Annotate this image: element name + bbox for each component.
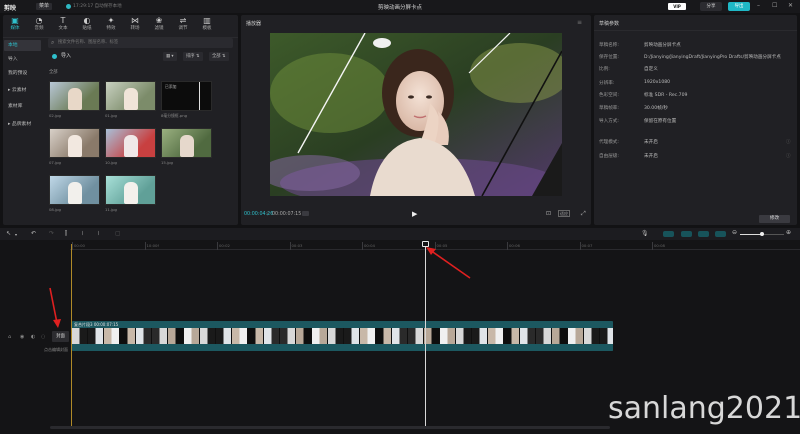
watermark: sanlang2021 bbox=[608, 391, 800, 426]
timeline-scrollbar[interactable] bbox=[50, 426, 610, 429]
annotation-arrows bbox=[49, 247, 471, 328]
